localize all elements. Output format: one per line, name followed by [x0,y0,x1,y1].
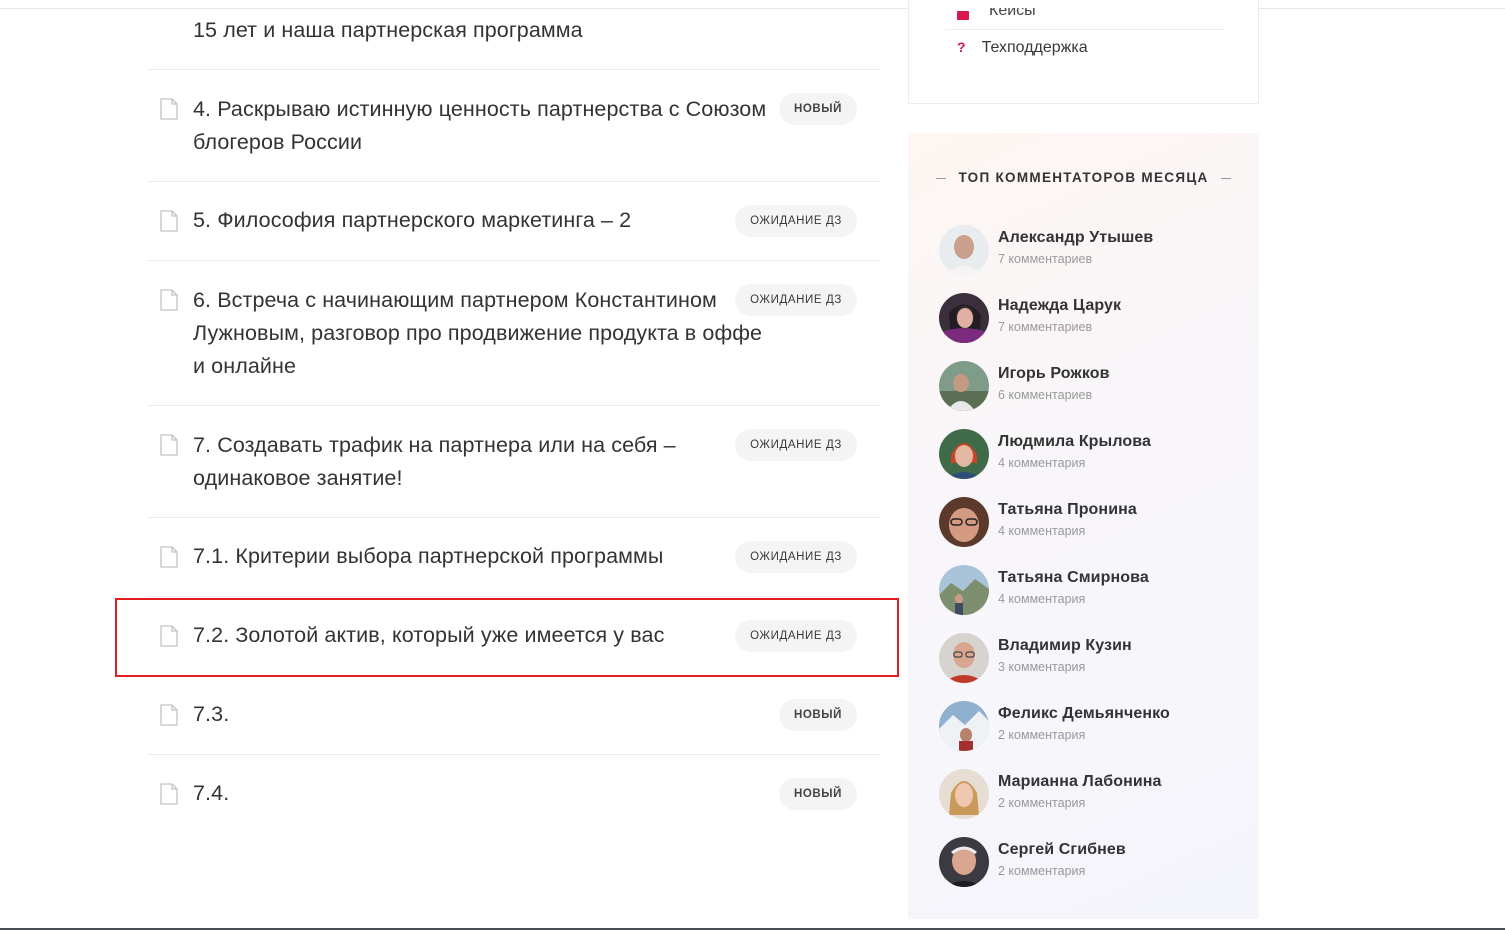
avatar[interactable] [939,565,989,615]
widget-title: ТОП КОММЕНТАТОРОВ МЕСЯЦА [908,170,1259,185]
comment-count: 3 комментария [998,660,1086,674]
document-icon [160,98,178,120]
lesson-title[interactable]: 6. Встреча с начинающим партнером Конста… [193,284,778,383]
comment-count: 7 комментариев [998,252,1093,266]
commenter-name[interactable]: Татьяна Смирнова [998,569,1149,587]
commenter-name[interactable]: Сергей Сгибнев [998,841,1126,859]
lesson-title[interactable]: 7.1. Критерии выбора партнерской програм… [193,540,778,573]
commenter-item[interactable]: Игорь Рожков 6 комментариев [939,361,1239,413]
title-divider [936,177,947,179]
lesson-title[interactable]: 4. Раскрываю истинную ценность партнерст… [193,93,778,159]
lesson-item[interactable]: 7. Создавать трафик на партнера или на с… [148,406,880,518]
avatar[interactable] [939,293,989,343]
commenter-name[interactable]: Игорь Рожков [998,365,1110,383]
avatar[interactable] [939,361,989,411]
document-icon [160,434,178,456]
status-badge: ОЖИДАНИЕ ДЗ [735,429,857,461]
avatar[interactable] [939,837,989,887]
commenter-name[interactable]: Марианна Лабонина [998,773,1162,791]
status-badge: ОЖИДАНИЕ ДЗ [735,205,857,237]
avatar[interactable] [939,225,989,275]
commenter-item[interactable]: Сергей Сгибнев 2 комментария [939,837,1239,889]
sidebar-menu: Кейсы ? Техподдержка [908,0,1259,104]
comment-count: 4 комментария [998,524,1086,538]
highlight-box [115,598,899,677]
status-badge: ОЖИДАНИЕ ДЗ [735,541,857,573]
commenter-item[interactable]: Людмила Крылова 4 комментария [939,429,1239,481]
commenter-name[interactable]: Владимир Кузин [998,637,1132,655]
lesson-item[interactable]: 7.4. НОВЫЙ [148,755,880,834]
commenter-name[interactable]: Феликс Демьянченко [998,705,1170,723]
commenter-item[interactable]: Феликс Демьянченко 2 комментария [939,701,1239,753]
status-badge: ОЖИДАНИЕ ДЗ [735,284,857,316]
commenter-item[interactable]: Татьяна Пронина 4 комментария [939,497,1239,549]
commenter-name[interactable]: Надежда Царук [998,297,1121,315]
lesson-item[interactable]: 15 лет и наша партнерская программа [148,0,880,70]
avatar[interactable] [939,701,989,751]
commenter-item[interactable]: Марианна Лабонина 2 комментария [939,769,1239,821]
status-badge: НОВЫЙ [779,93,857,125]
sidebar-item-label: Техподдержка [981,39,1088,56]
avatar[interactable] [939,429,989,479]
document-icon [160,704,178,726]
briefcase-icon [957,11,969,20]
avatar[interactable] [939,633,989,683]
lesson-item[interactable]: 6. Встреча с начинающим партнером Конста… [148,261,880,406]
commenter-name[interactable]: Людмила Крылова [998,433,1151,451]
sidebar-item-cases[interactable]: Кейсы [945,0,1225,30]
commenter-item[interactable]: Владимир Кузин 3 комментария [939,633,1239,685]
comment-count: 2 комментария [998,864,1086,878]
lesson-item[interactable]: 7.1. Критерии выбора партнерской програм… [148,518,880,597]
question-icon: ? [957,39,966,55]
document-icon [160,783,178,805]
status-badge: НОВЫЙ [779,699,857,731]
comment-count: 4 комментария [998,592,1086,606]
lesson-title[interactable]: 7.4. [193,777,778,810]
commenter-name[interactable]: Татьяна Пронина [998,501,1137,519]
lesson-title[interactable]: 7. Создавать трафик на партнера или на с… [193,429,778,495]
document-icon [160,210,178,232]
lesson-item[interactable]: 7.3. НОВЫЙ [148,676,880,755]
lesson-item[interactable]: 5. Философия партнерского маркетинга – 2… [148,182,880,261]
sidebar-item-support[interactable]: ? Техподдержка [957,39,1088,57]
lesson-item[interactable]: 4. Раскрываю истинную ценность партнерст… [148,70,880,182]
lesson-title[interactable]: 7.3. [193,698,778,731]
title-divider [1220,177,1231,179]
comment-count: 4 комментария [998,456,1086,470]
commenter-name[interactable]: Александр Утышев [998,229,1153,247]
commenter-item[interactable]: Александр Утышев 7 комментариев [939,225,1239,277]
top-commenters-widget: ТОП КОММЕНТАТОРОВ МЕСЯЦА Александр Утыше… [908,133,1259,919]
comment-count: 2 комментария [998,728,1086,742]
avatar[interactable] [939,769,989,819]
document-icon [160,546,178,568]
commenter-item[interactable]: Татьяна Смирнова 4 комментария [939,565,1239,617]
lesson-title[interactable]: 5. Философия партнерского маркетинга – 2 [193,204,778,237]
commenter-item[interactable]: Надежда Царук 7 комментариев [939,293,1239,345]
lesson-title[interactable]: 15 лет и наша партнерская программа [193,14,778,47]
sidebar-item-label: Кейсы [989,8,1036,19]
widget-title-text: ТОП КОММЕНТАТОРОВ МЕСЯЦА [958,170,1209,185]
comment-count: 6 комментариев [998,388,1093,402]
comment-count: 7 комментариев [998,320,1093,334]
avatar[interactable] [939,497,989,547]
comment-count: 2 комментария [998,796,1086,810]
status-badge: НОВЫЙ [779,778,857,810]
document-icon [160,289,178,311]
